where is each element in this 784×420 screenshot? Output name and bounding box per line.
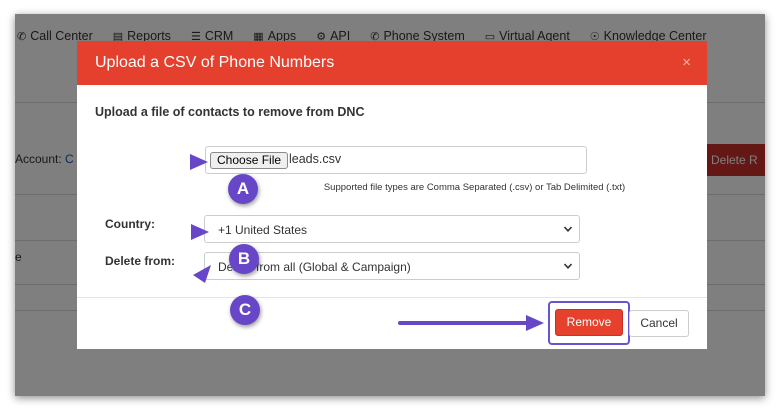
country-selected-value: +1 United States [218, 223, 308, 237]
annotation-badge-b: B [229, 244, 259, 274]
remove-button[interactable]: Remove [555, 309, 623, 336]
file-name: leads.csv [289, 152, 342, 166]
modal-subtitle: Upload a file of contacts to remove from… [95, 105, 365, 119]
annotation-badge-a: A [228, 174, 258, 204]
annotation-badge-c: C [230, 295, 260, 325]
file-help-text: Supported file types are Comma Separated… [323, 182, 626, 193]
delete-from-label: Delete from: [105, 254, 176, 268]
app-window: ✆Call Center ▤Reports ☰CRM ▦Apps ⚙API ✆P… [15, 14, 765, 396]
chevron-down-icon [563, 226, 573, 232]
upload-csv-modal: Upload a CSV of Phone Numbers × Upload a… [77, 41, 707, 349]
choose-file-button[interactable]: Choose File [210, 152, 289, 169]
country-select[interactable]: +1 United States [204, 215, 580, 243]
country-label: Country: [105, 217, 155, 231]
delete-from-select[interactable]: Delete from all (Global & Campaign) [204, 252, 580, 280]
chevron-down-icon [563, 263, 573, 269]
modal-footer-divider [77, 297, 707, 298]
modal-header: Upload a CSV of Phone Numbers × [77, 41, 707, 85]
cancel-button[interactable]: Cancel [629, 310, 689, 337]
modal-title: Upload a CSV of Phone Numbers [95, 54, 335, 71]
close-icon[interactable]: × [682, 54, 691, 71]
file-input[interactable]: Choose File leads.csv [205, 146, 587, 174]
